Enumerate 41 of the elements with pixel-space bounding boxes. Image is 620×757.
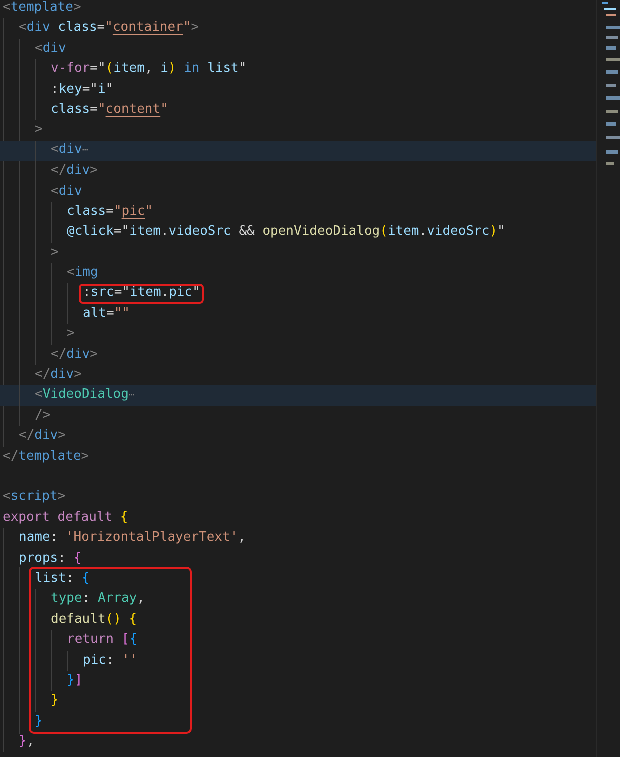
indent-guide bbox=[51, 202, 52, 243]
code-text: :key="i" bbox=[51, 80, 114, 99]
code-text: export default { bbox=[3, 508, 128, 527]
code-text: <div bbox=[35, 40, 66, 58]
code-text: </div> bbox=[19, 427, 66, 446]
code-text: @click="item.videoSrc && openVideoDialog(item.videoSrc)" bbox=[67, 223, 506, 242]
code-text: > bbox=[51, 244, 59, 262]
indent-guide bbox=[67, 283, 68, 324]
code-text: <div class="container"> bbox=[19, 19, 200, 38]
code-text: } bbox=[51, 692, 59, 710]
code-text: <VideoDialog⋯ bbox=[35, 386, 135, 404]
code-text: <img bbox=[67, 264, 98, 282]
code-text: props: { bbox=[19, 550, 82, 568]
code-text: default() { bbox=[51, 610, 138, 629]
code-text: class="content" bbox=[51, 100, 168, 119]
code-text: } bbox=[35, 712, 43, 731]
code-text: list: { bbox=[35, 570, 90, 588]
code-text: class="pic" bbox=[67, 202, 154, 221]
code-text: /> bbox=[35, 406, 51, 425]
code-text: > bbox=[67, 325, 75, 344]
code-text: pic: '' bbox=[83, 652, 138, 670]
code-text: </template> bbox=[3, 448, 90, 466]
code-text: <div bbox=[51, 182, 82, 201]
code-text: }, bbox=[19, 733, 35, 752]
code-text: alt="" bbox=[83, 304, 130, 323]
code-text: name: 'HorizontalPlayerText', bbox=[19, 529, 246, 548]
code-text: type: Array, bbox=[51, 590, 145, 608]
code-text: <div⋯ bbox=[51, 141, 88, 160]
code-text: </div> bbox=[51, 346, 98, 364]
code-text: </div> bbox=[35, 366, 82, 384]
code-text: > bbox=[35, 121, 43, 140]
code-text: <script> bbox=[3, 488, 66, 506]
indent-guide bbox=[67, 650, 68, 671]
indent-guide bbox=[51, 630, 52, 692]
indent-guide bbox=[35, 59, 36, 120]
code-text: :src="item.pic" bbox=[83, 284, 200, 302]
code-text: }] bbox=[67, 672, 83, 690]
code-text: v-for="(item, i) in list" bbox=[51, 60, 247, 78]
code-text: </div> bbox=[51, 162, 98, 180]
code-text: <template> bbox=[3, 0, 82, 17]
code-text: return [{ bbox=[67, 631, 138, 650]
